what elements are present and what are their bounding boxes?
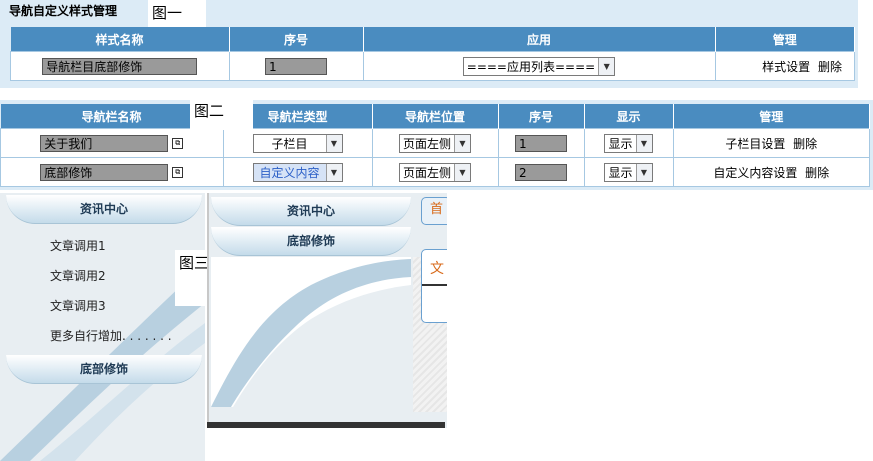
- style-management-title: 导航自定义样式管理: [9, 4, 118, 18]
- table-row: 导航栏目底部修饰 1 ====应用列表==== ▼ 样式设置 删除: [10, 51, 855, 81]
- col-manage: 管理: [715, 27, 855, 52]
- figure-2-label: 图二: [190, 98, 253, 130]
- swoosh-decoration: [211, 257, 411, 407]
- nav-article-2[interactable]: 文章调用2: [50, 267, 106, 284]
- chevron-down-icon: ▼: [454, 134, 470, 152]
- nav-type-value: 自定义内容: [253, 163, 326, 181]
- nav-order-cell: 2: [497, 157, 585, 187]
- delete-link[interactable]: 删除: [818, 60, 842, 74]
- style-table: 样式名称 序号 应用 管理 导航栏目底部修饰 1 ====应用列表==== ▼ …: [10, 27, 855, 81]
- nav-position-cell: 页面左侧 ▼: [371, 157, 499, 187]
- nav-name-input[interactable]: 关于我们: [40, 134, 169, 152]
- chevron-down-icon: ▼: [454, 163, 470, 181]
- table-row: 底部修饰 ⧉ 自定义内容 ▼ 页面左侧 ▼ 2 显示 ▼ 自定义内容设置 删除: [0, 157, 870, 187]
- nav-head-bottom[interactable]: 底部修饰: [6, 355, 202, 384]
- apply-cell: ====应用列表==== ▼: [362, 51, 716, 81]
- popup-icon[interactable]: ⧉: [172, 137, 184, 149]
- col-nav-order: 序号: [498, 104, 585, 129]
- nav-table: 导航栏名称 导航栏类型 导航栏位置 序号 显示 管理 关于我们 ⧉ 子栏目 ▼ 页…: [0, 104, 870, 187]
- nav-head-news[interactable]: 资讯中心: [6, 195, 202, 224]
- nav-display-value: 显示: [608, 165, 633, 180]
- nav-type-value: 子栏目: [271, 136, 308, 151]
- chevron-down-icon: ▼: [325, 134, 342, 152]
- custom-content-settings-link[interactable]: 自定义内容设置: [713, 166, 797, 180]
- nav-order-input[interactable]: 1: [515, 134, 567, 152]
- nav-manage-cell: 自定义内容设置 删除: [672, 157, 870, 187]
- divider: [422, 284, 447, 286]
- nav-type-select[interactable]: 自定义内容 ▼: [252, 162, 343, 182]
- bottom-decoration-area: [211, 257, 411, 407]
- nav-name-input[interactable]: 底部修饰: [40, 163, 169, 181]
- delete-link[interactable]: 删除: [805, 166, 829, 180]
- col-nav-position: 导航栏位置: [372, 104, 499, 129]
- col-order: 序号: [229, 27, 364, 52]
- nav-display-cell: 显示 ▼: [583, 128, 674, 158]
- content-box: 文: [421, 249, 447, 323]
- left-nav-preview: 资讯中心 文章调用1 文章调用2 文章调用3 更多自行增加. . . . . .…: [0, 193, 205, 461]
- nav-order-input[interactable]: 2: [515, 163, 567, 181]
- style-table-header: 样式名称 序号 应用 管理: [10, 27, 855, 52]
- nav-position-cell: 页面左侧 ▼: [371, 128, 499, 158]
- style-settings-link[interactable]: 样式设置: [762, 60, 810, 74]
- order-cell: 1: [228, 51, 364, 81]
- manage-cell: 样式设置 删除: [714, 51, 855, 81]
- home-tab[interactable]: 首: [421, 197, 447, 225]
- chevron-down-icon: ▼: [635, 134, 652, 152]
- nav-display-value: 显示: [608, 136, 633, 151]
- nav-name-cell: 底部修饰 ⧉: [0, 157, 224, 187]
- nav-display-cell: 显示 ▼: [583, 157, 674, 187]
- nav-position-value: 页面左侧: [402, 165, 451, 180]
- delete-link[interactable]: 删除: [793, 137, 817, 151]
- nav-manage-cell: 子栏目设置 删除: [672, 128, 870, 158]
- nav-display-select[interactable]: 显示 ▼: [604, 162, 653, 182]
- apply-select[interactable]: ====应用列表==== ▼: [462, 56, 616, 76]
- subcolumn-settings-link[interactable]: 子栏目设置: [725, 137, 785, 151]
- apply-select-value: ====应用列表====: [466, 59, 596, 74]
- nav-display-select[interactable]: 显示 ▼: [604, 133, 653, 153]
- style-name-cell: 导航栏目底部修饰: [10, 51, 230, 81]
- chevron-down-icon: ▼: [635, 163, 652, 181]
- nav-order-cell: 1: [497, 128, 585, 158]
- middle-nav-preview: 资讯中心 底部修饰 首 文: [207, 193, 447, 428]
- nav-position-select[interactable]: 页面左侧 ▼: [398, 162, 471, 182]
- col-nav-manage: 管理: [673, 104, 870, 129]
- nav-article-3[interactable]: 文章调用3: [50, 297, 106, 314]
- nav-more-items[interactable]: 更多自行增加. . . . . . .: [50, 327, 172, 344]
- nav-name-cell: 关于我们 ⧉: [0, 128, 224, 158]
- nav-type-select[interactable]: 子栏目 ▼: [252, 133, 343, 153]
- nav-type-cell: 子栏目 ▼: [222, 128, 373, 158]
- order-input[interactable]: 1: [265, 57, 327, 75]
- nav-position-value: 页面左侧: [402, 136, 451, 151]
- chevron-down-icon: ▼: [598, 57, 615, 75]
- chevron-down-icon: ▼: [325, 163, 342, 181]
- style-name-input[interactable]: 导航栏目底部修饰: [42, 57, 198, 75]
- nav-position-select[interactable]: 页面左侧 ▼: [398, 133, 471, 153]
- bottom-bar: [207, 422, 445, 428]
- popup-icon[interactable]: ⧉: [172, 166, 184, 178]
- col-style-name: 样式名称: [10, 27, 230, 52]
- col-apply: 应用: [363, 27, 716, 52]
- nav-table-header: 导航栏名称 导航栏类型 导航栏位置 序号 显示 管理: [0, 104, 870, 129]
- content-text: 文: [430, 261, 444, 277]
- nav-head-bottom[interactable]: 底部修饰: [211, 227, 411, 256]
- nav-article-1[interactable]: 文章调用1: [50, 237, 106, 254]
- table-row: 关于我们 ⧉ 子栏目 ▼ 页面左侧 ▼ 1 显示 ▼ 子栏目设置 删除: [0, 128, 870, 158]
- nav-head-news[interactable]: 资讯中心: [211, 197, 411, 226]
- col-nav-display: 显示: [584, 104, 674, 129]
- nav-type-cell: 自定义内容 ▼: [222, 157, 373, 187]
